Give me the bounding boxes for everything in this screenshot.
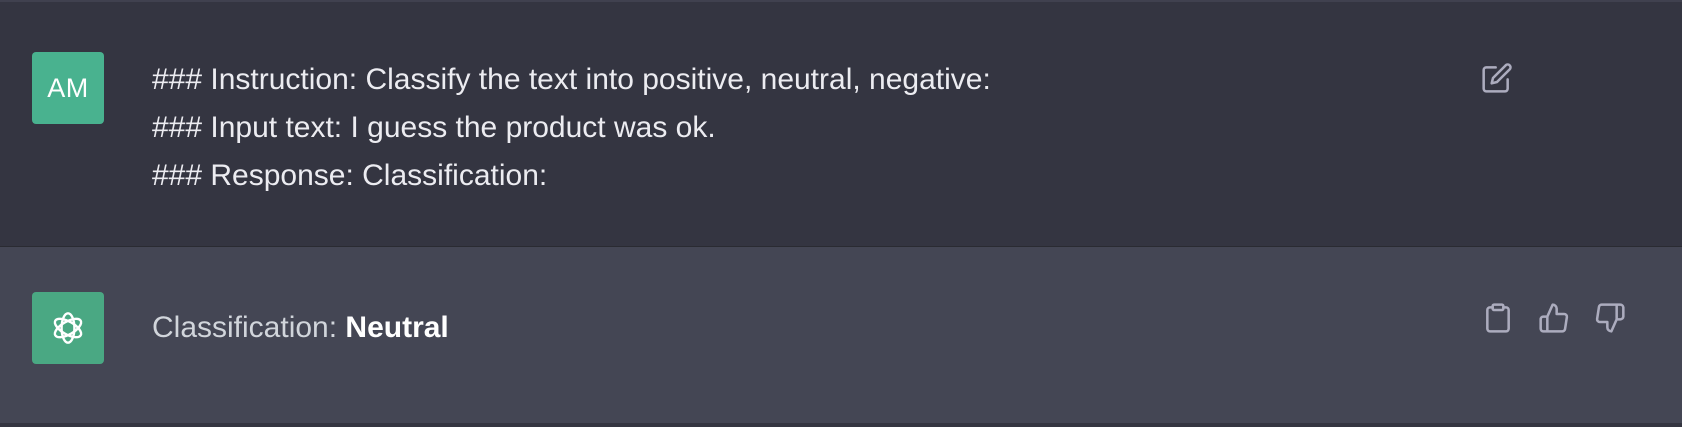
classification-value: Neutral (345, 311, 449, 344)
user-message-row: AM ### Instruction: Classify the text in… (0, 2, 1682, 247)
user-message-line: ### Instruction: Classify the text into … (152, 63, 991, 96)
clipboard-icon (1486, 303, 1510, 333)
user-message-line: ### Response: Classification: (152, 159, 548, 192)
assistant-message-text: Classification: Neutral (152, 304, 449, 352)
thumbs-up-icon (1539, 303, 1569, 333)
like-button[interactable] (1536, 300, 1572, 336)
assistant-message-row: Classification: Neutral (0, 247, 1682, 423)
thumbs-down-icon (1595, 303, 1625, 333)
edit-message-button[interactable] (1479, 60, 1515, 96)
bottom-divider (0, 423, 1682, 427)
user-avatar: AM (32, 52, 104, 124)
user-message-line: ### Input text: I guess the product was … (152, 111, 716, 144)
user-avatar-initials: AM (47, 72, 89, 103)
dislike-button[interactable] (1592, 300, 1628, 336)
openai-logo-icon (53, 312, 83, 344)
user-message-text: ### Instruction: Classify the text into … (152, 56, 991, 200)
copy-button[interactable] (1480, 300, 1516, 336)
classification-label: Classification: (152, 311, 346, 344)
assistant-avatar (32, 292, 104, 364)
edit-icon (1482, 63, 1512, 93)
